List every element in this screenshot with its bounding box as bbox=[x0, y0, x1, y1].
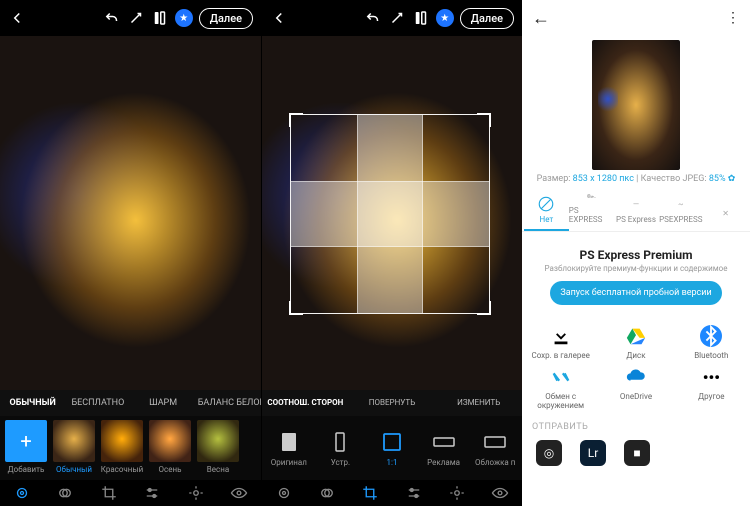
export-preview: Размер: 853 x 1280 пкс | Качество JPEG: … bbox=[522, 36, 750, 188]
undo-icon[interactable] bbox=[364, 9, 382, 27]
tool-eye-icon[interactable] bbox=[491, 484, 509, 502]
photo-canvas-crop[interactable] bbox=[262, 36, 522, 390]
magic-icon[interactable] bbox=[388, 9, 406, 27]
tool-bar bbox=[262, 480, 522, 506]
magic-icon[interactable] bbox=[127, 9, 145, 27]
overflow-icon[interactable]: ⋮ bbox=[726, 10, 740, 26]
tool-crop-icon[interactable] bbox=[100, 484, 118, 502]
wm-logo2[interactable]: —PS Express bbox=[614, 195, 659, 231]
crop-handle-bl[interactable] bbox=[289, 301, 303, 315]
crop-handle-br[interactable] bbox=[477, 301, 491, 315]
wm-logo1[interactable]: ๛PS EXPRESS bbox=[569, 186, 614, 231]
ratio-device[interactable]: Устр. bbox=[320, 430, 362, 467]
photo-canvas[interactable] bbox=[0, 36, 261, 390]
thumb-spring[interactable]: Весна bbox=[196, 420, 240, 474]
preview-image bbox=[592, 40, 680, 170]
star-icon[interactable]: ★ bbox=[175, 9, 193, 27]
send-app-lr[interactable]: Lr bbox=[580, 440, 606, 466]
tool-heal-icon[interactable] bbox=[448, 484, 466, 502]
share-onedrive[interactable]: OneDrive bbox=[599, 366, 672, 410]
tab-charm[interactable]: ШАРМ bbox=[131, 392, 196, 414]
tab-resize[interactable]: ИЗМЕНИТЬ bbox=[435, 396, 522, 411]
settings-gear-icon: ✿ bbox=[728, 174, 736, 184]
ratio-original[interactable]: Оригинал bbox=[268, 430, 310, 467]
tool-bar bbox=[0, 480, 261, 506]
share-save-gallery[interactable]: Сохр. в галерее bbox=[524, 325, 597, 360]
back-icon[interactable] bbox=[270, 9, 288, 27]
tool-looks-icon[interactable] bbox=[13, 484, 31, 502]
premium-promo: PS Express Premium Разблокируйте премиум… bbox=[530, 248, 742, 305]
compare-icon[interactable] bbox=[151, 9, 169, 27]
ratio-ad[interactable]: Реклама bbox=[423, 430, 465, 467]
wm-logo4[interactable]: ✕ bbox=[703, 204, 748, 231]
tool-overlay-icon[interactable] bbox=[318, 484, 336, 502]
editor-crop-panel: ★ Далее СООТНОШ. СТОРОН ПОВЕРНУТЬ ИЗМЕНИ… bbox=[261, 0, 522, 506]
share-drive[interactable]: Диск bbox=[599, 325, 672, 360]
premium-trial-button[interactable]: Запуск бесплатной пробной версии bbox=[550, 281, 721, 305]
export-panel: ← ⋮ Размер: 853 x 1280 пкс | Качество JP… bbox=[522, 0, 750, 506]
wm-logo3[interactable]: ~PSEXPRESS bbox=[658, 195, 703, 231]
wm-none[interactable]: Нет bbox=[524, 195, 569, 231]
premium-title: PS Express Premium bbox=[530, 248, 742, 262]
tool-adjust-icon[interactable] bbox=[405, 484, 423, 502]
thumb-colorful[interactable]: Красочный bbox=[100, 420, 144, 474]
tab-normal[interactable]: ОБЫЧНЫЙ bbox=[0, 392, 65, 414]
undo-icon[interactable] bbox=[103, 9, 121, 27]
crop-box[interactable] bbox=[290, 114, 490, 314]
send-apps-row: ◎ Lr ■ bbox=[522, 436, 750, 470]
send-app-1[interactable]: ◎ bbox=[536, 440, 562, 466]
editor-filters-panel: ★ Далее ОБЫЧНЫЙ БЕСПЛАТНО ШАРМ БАЛАНС БЕ… bbox=[0, 0, 261, 506]
export-topbar: ← ⋮ bbox=[522, 0, 750, 36]
tab-aspect[interactable]: СООТНОШ. СТОРОН bbox=[262, 396, 349, 411]
back-icon[interactable]: ← bbox=[532, 8, 550, 29]
compare-icon[interactable] bbox=[412, 9, 430, 27]
tool-overlay-icon[interactable] bbox=[56, 484, 74, 502]
send-app-3[interactable]: ■ bbox=[624, 440, 650, 466]
next-button[interactable]: Далее bbox=[199, 8, 253, 29]
share-more[interactable]: •••Другое bbox=[675, 366, 748, 410]
thumb-autumn[interactable]: Осень bbox=[148, 420, 192, 474]
crop-handle-tl[interactable] bbox=[289, 113, 303, 127]
tool-eye-icon[interactable] bbox=[230, 484, 248, 502]
aspect-ratio-list: Оригинал Устр. 1:1 Реклама Обложка п bbox=[262, 416, 522, 480]
star-icon[interactable]: ★ bbox=[436, 9, 454, 27]
export-info[interactable]: Размер: 853 x 1280 пкс | Качество JPEG: … bbox=[537, 174, 736, 184]
filter-category-tabs: ОБЫЧНЫЙ БЕСПЛАТНО ШАРМ БАЛАНС БЕЛОГО bbox=[0, 390, 261, 416]
share-nearby[interactable]: Обмен с окружением bbox=[524, 366, 597, 410]
ratio-1-1[interactable]: 1:1 bbox=[371, 430, 413, 467]
watermark-tabs: Нет ๛PS EXPRESS —PS Express ~PSEXPRESS ✕ bbox=[522, 188, 750, 232]
send-header: ОТПРАВИТЬ bbox=[522, 412, 750, 436]
tool-looks-icon[interactable] bbox=[275, 484, 293, 502]
thumb-normal[interactable]: Обычный bbox=[52, 420, 96, 474]
topbar: ★ Далее bbox=[0, 0, 261, 36]
back-icon[interactable] bbox=[8, 9, 26, 27]
share-bluetooth[interactable]: Bluetooth bbox=[675, 325, 748, 360]
premium-subtitle: Разблокируйте премиум-функции и содержим… bbox=[530, 264, 742, 273]
tool-adjust-icon[interactable] bbox=[143, 484, 161, 502]
tool-crop-icon[interactable] bbox=[361, 484, 379, 502]
tab-wb[interactable]: БАЛАНС БЕЛОГО bbox=[196, 392, 261, 414]
tab-free[interactable]: БЕСПЛАТНО bbox=[65, 392, 130, 414]
tab-rotate[interactable]: ПОВЕРНУТЬ bbox=[349, 396, 436, 411]
crop-mode-tabs: СООТНОШ. СТОРОН ПОВЕРНУТЬ ИЗМЕНИТЬ bbox=[262, 390, 522, 416]
ratio-cover[interactable]: Обложка п bbox=[474, 430, 516, 467]
next-button[interactable]: Далее bbox=[460, 8, 514, 29]
share-grid: Сохр. в галерее Диск Bluetooth Обмен с о… bbox=[522, 313, 750, 412]
tool-heal-icon[interactable] bbox=[187, 484, 205, 502]
crop-handle-tr[interactable] bbox=[477, 113, 491, 127]
topbar: ★ Далее bbox=[262, 0, 522, 36]
thumb-add[interactable]: +Добавить bbox=[4, 420, 48, 474]
filter-thumbs: +Добавить Обычный Красочный Осень Весна bbox=[0, 416, 261, 480]
